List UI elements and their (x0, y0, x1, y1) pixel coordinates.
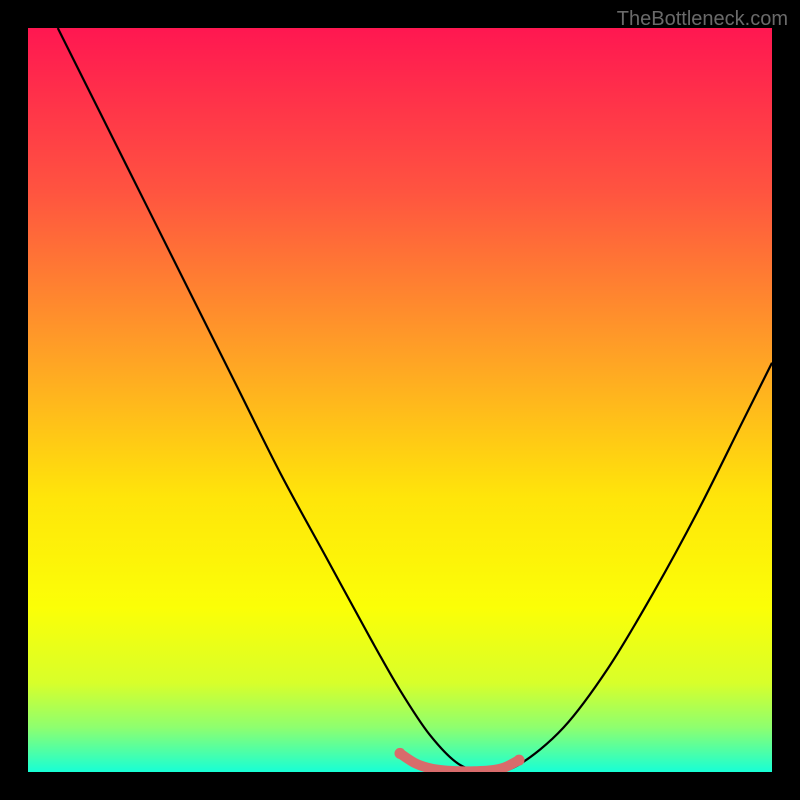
chart-plot-area (28, 28, 772, 772)
optimal-marker-end-dot (514, 755, 525, 766)
optimal-marker-start-dot (395, 748, 406, 759)
chart-background (28, 28, 772, 772)
chart-svg (28, 28, 772, 772)
watermark-text: TheBottleneck.com (617, 8, 788, 31)
